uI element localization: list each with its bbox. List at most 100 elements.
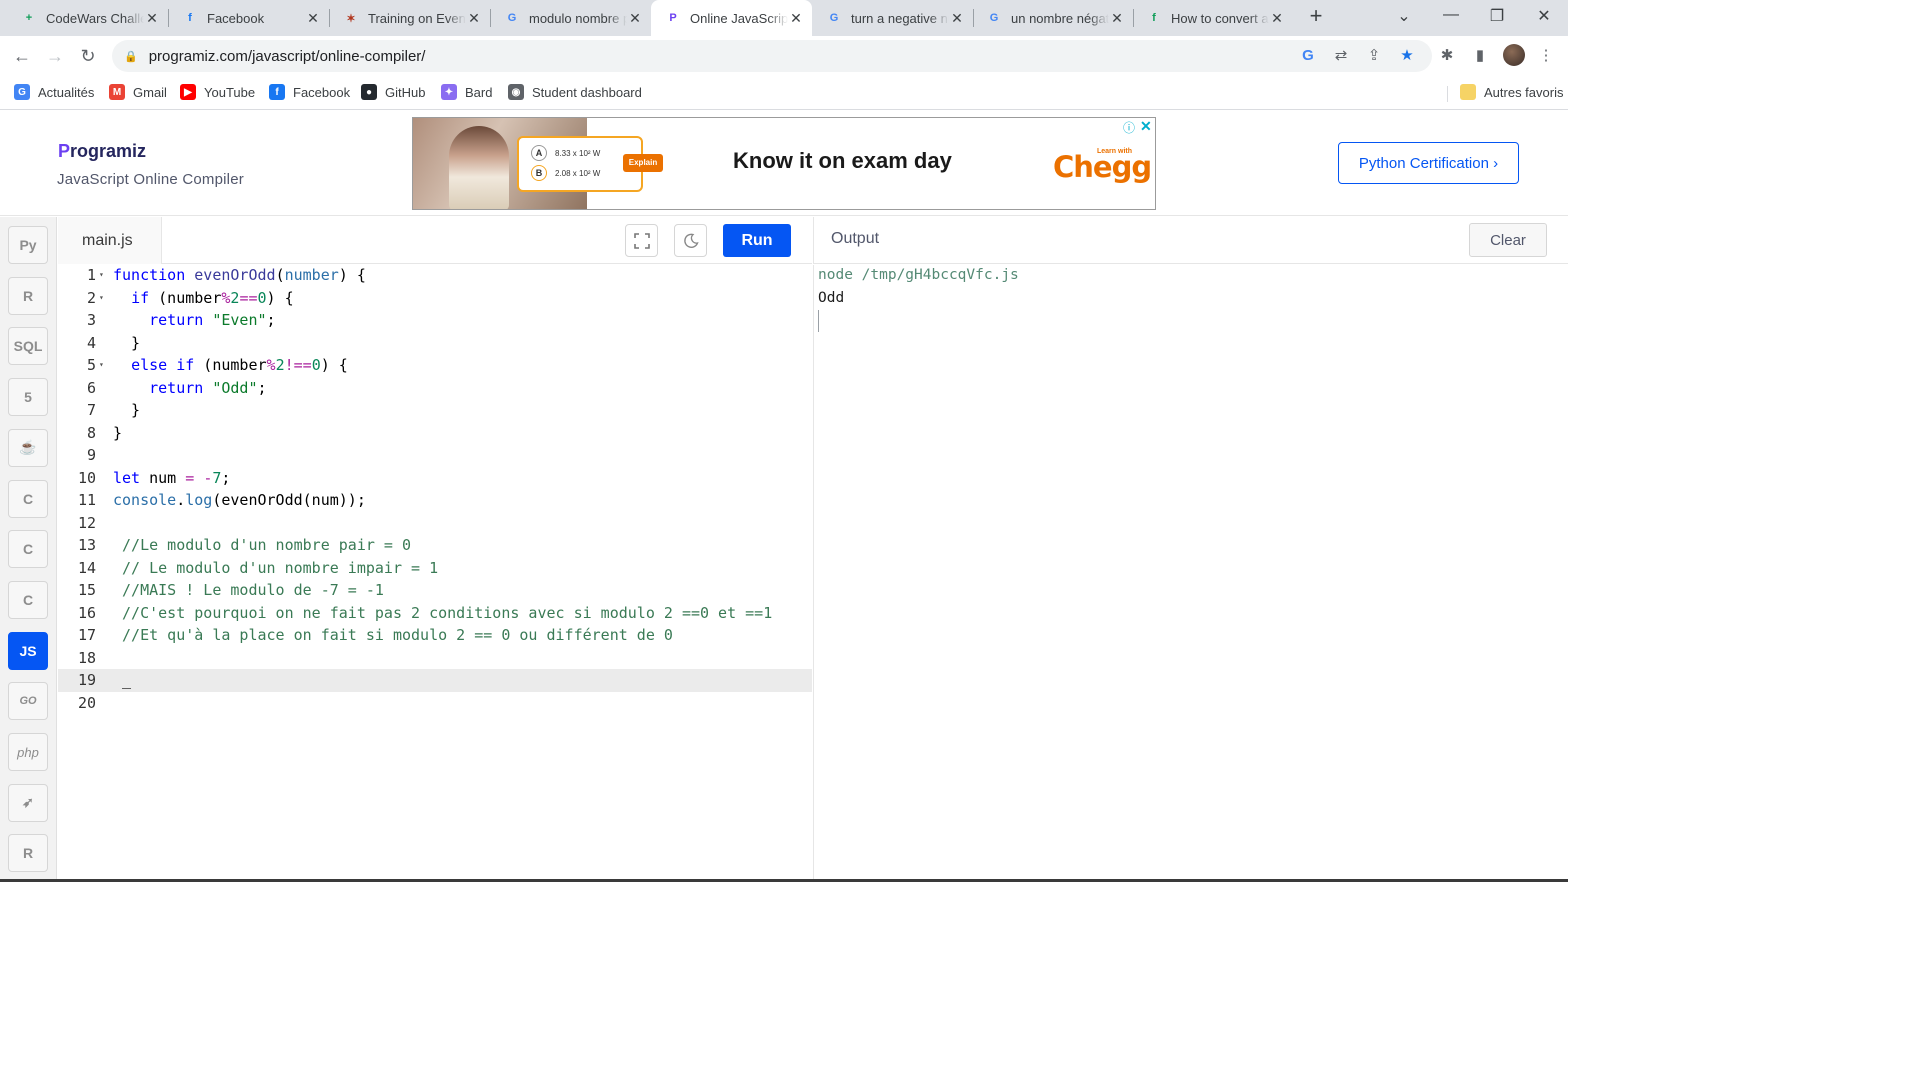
- code-line[interactable]: return "Odd";: [113, 377, 812, 400]
- google-icon[interactable]: G: [1298, 46, 1318, 66]
- code-line[interactable]: console.log(evenOrOdd(num));: [113, 489, 812, 512]
- fold-toggle-icon[interactable]: ▾: [99, 354, 104, 377]
- dark-mode-icon[interactable]: [674, 224, 707, 257]
- bookmark-item[interactable]: ◉ Student dashboard: [508, 84, 642, 100]
- share-icon[interactable]: ⇪: [1364, 46, 1384, 66]
- ad-close-icon[interactable]: ✕: [1140, 118, 1152, 135]
- fold-toggle-icon[interactable]: ▾: [99, 264, 104, 287]
- java-icon[interactable]: ☕: [8, 428, 48, 467]
- html-icon[interactable]: 5: [8, 378, 48, 417]
- line-number: 17: [77, 626, 96, 644]
- lock-icon[interactable]: 🔒: [124, 50, 138, 63]
- tab-search-icon[interactable]: ⌄: [1381, 6, 1427, 26]
- code-line[interactable]: //C'est pourquoi on ne fait pas 2 condit…: [113, 602, 812, 625]
- cpp-icon[interactable]: C: [8, 530, 48, 569]
- bookmark-item[interactable]: G Actualités: [14, 84, 94, 100]
- back-icon[interactable]: ←: [11, 45, 33, 67]
- bookmark-item[interactable]: ▶ YouTube: [180, 84, 255, 100]
- go-icon[interactable]: GO: [8, 682, 48, 721]
- code-line[interactable]: [113, 444, 812, 467]
- reload-icon[interactable]: ↻: [77, 45, 99, 67]
- browser-tab[interactable]: + CodeWars Challenges✕: [7, 0, 168, 36]
- close-tab-icon[interactable]: ✕: [144, 10, 160, 27]
- bookmark-label: Facebook: [293, 84, 351, 100]
- code-line[interactable]: // Le modulo d'un nombre impair = 1: [113, 557, 812, 580]
- freecodecamp-icon: f: [1152, 12, 1156, 24]
- new-tab-button[interactable]: +: [1305, 5, 1327, 28]
- code-line[interactable]: [113, 692, 812, 715]
- fullscreen-icon[interactable]: [625, 224, 658, 257]
- browser-tab[interactable]: f Facebook ✕: [168, 0, 329, 36]
- browser-tab[interactable]: P Online JavaScript Compiler✕: [651, 0, 812, 36]
- browser-tab[interactable]: f How to convert a ✕: [1132, 0, 1293, 36]
- close-tab-icon[interactable]: ✕: [305, 10, 321, 27]
- close-tab-icon[interactable]: ✕: [788, 10, 804, 27]
- line-gutter: 1 ▾ 2 ▾ 3 4 5 ▾ 6 7 8 9 10 11 12 13 14 15 16 17 18 19 20: [58, 265, 113, 882]
- programiz-logo[interactable]: Programiz: [58, 141, 146, 162]
- extensions-icon[interactable]: ✱: [1437, 46, 1457, 66]
- restore-icon[interactable]: ❐: [1474, 6, 1520, 26]
- php-icon[interactable]: php: [8, 733, 48, 771]
- code-line[interactable]: return "Even";: [113, 309, 812, 332]
- browser-tab[interactable]: Gturn a negative number✕: [812, 0, 973, 36]
- bookmark-item[interactable]: f Facebook: [269, 84, 350, 100]
- csharp-icon[interactable]: C: [8, 580, 48, 619]
- close-tab-icon[interactable]: ✕: [949, 10, 965, 27]
- minimize-icon[interactable]: —: [1428, 6, 1474, 24]
- code-line[interactable]: //MAIS ! Le modulo de -7 = -1: [113, 579, 812, 602]
- translate-icon[interactable]: ⇄: [1331, 46, 1351, 66]
- sql-icon[interactable]: SQL: [8, 327, 48, 366]
- code-line[interactable]: }: [113, 399, 812, 422]
- address-bar[interactable]: 🔒 programiz.com/javascript/online-compil…: [112, 40, 1432, 72]
- code-line[interactable]: _: [113, 669, 812, 692]
- url-text[interactable]: programiz.com/javascript/online-compiler…: [149, 48, 426, 65]
- close-tab-icon[interactable]: ✕: [466, 10, 482, 27]
- code-line[interactable]: function evenOrOdd(number) {: [113, 264, 812, 287]
- bookmark-item[interactable]: ● GitHub: [361, 84, 425, 100]
- forward-icon[interactable]: →: [44, 45, 66, 67]
- advertisement-banner[interactable]: A 8.33 x 10² W B 2.08 x 10² W Explain Know…: [412, 117, 1156, 210]
- file-tab-main-js[interactable]: main.js: [58, 217, 162, 264]
- c-icon[interactable]: C: [8, 479, 48, 518]
- python-icon[interactable]: Py: [8, 226, 48, 264]
- close-window-icon[interactable]: ✕: [1521, 6, 1567, 26]
- run-button[interactable]: Run: [723, 224, 791, 257]
- code-line[interactable]: }: [113, 422, 812, 445]
- output-console[interactable]: node /tmp/gH4bccqVfc.js Odd: [813, 265, 1568, 882]
- close-tab-icon[interactable]: ✕: [1269, 10, 1285, 27]
- swift-icon[interactable]: ➶: [8, 783, 48, 822]
- browser-tab[interactable]: Gmodulo nombre pair✕: [490, 0, 651, 36]
- bookmark-star-icon[interactable]: ★: [1397, 46, 1417, 66]
- line-number: 13: [77, 536, 96, 554]
- code-editor[interactable]: 1 ▾ 2 ▾ 3 4 5 ▾ 6 7 8 9 10 11 12 13 14 15 16 17 18 19 20 funct…: [58, 265, 812, 882]
- close-tab-icon[interactable]: ✕: [1109, 10, 1125, 27]
- bookmark-item[interactable]: ✦ Bard: [441, 84, 492, 100]
- code-line[interactable]: if (number%2==0) {: [113, 287, 812, 310]
- javascript-icon[interactable]: JS: [8, 631, 48, 670]
- code-line[interactable]: else if (number%2!==0) {: [113, 354, 812, 377]
- profile-avatar[interactable]: [1503, 44, 1525, 66]
- code-line[interactable]: let num = -7;: [113, 467, 812, 490]
- site-header: Programiz JavaScript Online Compiler A 8.…: [0, 111, 1568, 216]
- menu-icon[interactable]: ⋮: [1536, 46, 1556, 66]
- other-bookmarks[interactable]: Autres favoris: [1447, 84, 1563, 102]
- browser-tab[interactable]: Gun nombre négatif ✕: [972, 0, 1133, 36]
- ad-info-icon[interactable]: ⓘ: [1123, 119, 1135, 136]
- code-line[interactable]: //Et qu'à la place on fait si modulo 2 =…: [113, 624, 812, 647]
- tab-title: turn a negative number: [851, 10, 949, 26]
- browser-tab[interactable]: ✶ Training on Even or Odd✕: [329, 0, 490, 36]
- clear-button[interactable]: Clear: [1469, 223, 1547, 257]
- rust-icon[interactable]: R: [8, 834, 48, 873]
- python-certification-button[interactable]: Python Certification ›: [1338, 142, 1519, 184]
- side-panel-icon[interactable]: ▮: [1470, 46, 1490, 66]
- code-line[interactable]: [113, 512, 812, 535]
- code-line[interactable]: //Le modulo d'un nombre pair = 0: [113, 534, 812, 557]
- r-icon[interactable]: R: [8, 276, 48, 315]
- code-line[interactable]: [113, 647, 812, 670]
- close-tab-icon[interactable]: ✕: [627, 10, 643, 27]
- language-label: ☕: [19, 439, 37, 456]
- bookmark-item[interactable]: M Gmail: [109, 84, 167, 100]
- code-line[interactable]: }: [113, 332, 812, 355]
- fold-toggle-icon[interactable]: ▾: [99, 287, 104, 310]
